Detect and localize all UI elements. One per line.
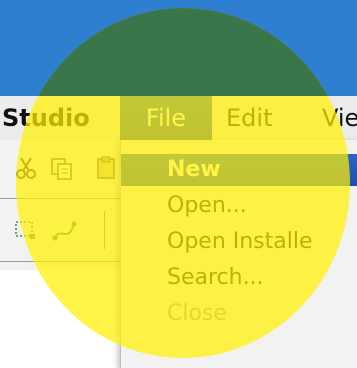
- menu-item-close: Close: [167, 301, 227, 326]
- toolbar-row-edit: [0, 140, 120, 199]
- app-menu[interactable]: Studio: [2, 96, 90, 140]
- menu-item-new[interactable]: New: [121, 154, 357, 186]
- menu-item-open[interactable]: Open...: [121, 190, 357, 222]
- toolbar: [0, 140, 120, 270]
- curve-icon[interactable]: [52, 216, 80, 244]
- menu-item-search[interactable]: Search...: [121, 262, 357, 294]
- menu-bar: Studio File Edit Vie: [0, 96, 357, 141]
- screenshot-stage: Studio File Edit Vie New Open... Open In…: [0, 0, 357, 368]
- file-menu[interactable]: File: [120, 96, 212, 140]
- selection-icon[interactable]: [12, 216, 40, 244]
- toolbar-separator: [104, 211, 105, 249]
- copy-icon[interactable]: [48, 154, 76, 182]
- desktop-background: [0, 0, 357, 96]
- view-menu[interactable]: Vie: [322, 96, 357, 140]
- file-dropdown-menu: New Open... Open Installe Search... Clos…: [120, 140, 357, 368]
- file-menu-label: File: [145, 104, 187, 132]
- edit-menu[interactable]: Edit: [226, 96, 272, 140]
- menu-item-open-installed[interactable]: Open Installe: [121, 226, 357, 258]
- cut-icon[interactable]: [12, 154, 40, 182]
- toolbar-row-draw: [0, 199, 120, 262]
- paste-icon[interactable]: [92, 154, 120, 182]
